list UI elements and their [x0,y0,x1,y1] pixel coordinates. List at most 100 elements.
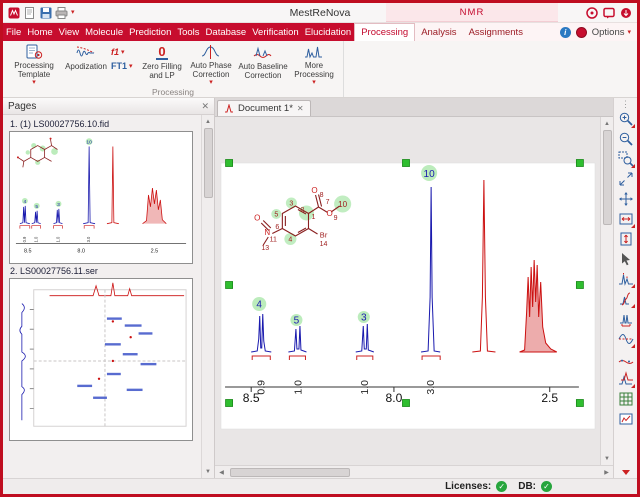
document-tab-icon [225,103,233,112]
page-item-label[interactable]: 1. (1) LS00027756.10.fid [10,119,199,129]
auto-baseline-icon [253,44,273,61]
svg-text:2.5: 2.5 [151,248,159,254]
scrollbar-thumb[interactable] [203,128,213,198]
chevron-down-icon: ▾ [121,48,125,56]
pages-scrollbar[interactable]: ▲ ▼ [201,115,214,478]
fit-width-icon[interactable] [616,209,636,229]
svg-text:3.0: 3.0 [86,236,91,242]
tab-home[interactable]: Home [24,23,55,41]
baseline-icon[interactable] [616,349,636,369]
multiplet-analysis-icon[interactable] [616,309,636,329]
canvas-horizontal-scrollbar[interactable]: ◀ ▶ [215,465,613,478]
page-thumbnail-1[interactable]: 4 5 3 10 0.9 1.0 1.0 3.0 8.5 8.0 2.5 [9,131,193,264]
spectrum-page[interactable] [220,162,596,430]
feedback-icon[interactable] [602,6,615,19]
scroll-right-icon[interactable]: ▶ [600,466,613,479]
new-document-icon[interactable] [23,6,36,19]
report-chart-icon[interactable] [616,409,636,429]
svg-text:2: 2 [300,207,304,214]
svg-text:5: 5 [35,204,38,210]
canvas-vertical-scrollbar[interactable]: ▲ ▼ [600,117,613,465]
toolbar-drag-handle-icon[interactable]: ⋮ [621,99,630,109]
scroll-up-icon[interactable]: ▲ [601,117,614,130]
tab-processing[interactable]: Processing [354,23,416,41]
fit-page-icon[interactable] [616,229,636,249]
auto-phase-correction-button[interactable]: Auto Phase Correction ▾ [185,43,237,86]
svg-text:1.0: 1.0 [34,236,39,242]
tab-tools[interactable]: Tools [174,23,202,41]
zoom-in-icon[interactable] [616,109,636,129]
stacked-spectra-icon[interactable] [616,369,636,389]
options-menu[interactable]: Options ▾ [592,27,631,38]
ft1-button[interactable]: FT1 ▾ [111,61,133,71]
pan-icon[interactable] [616,189,636,209]
scroll-up-icon[interactable]: ▲ [202,115,215,128]
svg-text:3: 3 [57,202,60,208]
more-processing-button[interactable]: More Processing ▾ [289,43,339,86]
tab-verification[interactable]: Verification [249,23,301,41]
svg-text:8.0: 8.0 [77,248,85,254]
thumb-molecule [16,137,58,168]
phase-icon[interactable] [616,329,636,349]
auto-baseline-correction-button[interactable]: Auto Baseline Correction [237,43,289,86]
tab-elucidation[interactable]: Elucidation [302,23,354,41]
zero-filling-button[interactable]: 0 Zero Filling and LP [139,43,185,86]
svg-text:3: 3 [289,201,293,208]
apodization-button[interactable]: Apodization [61,43,111,86]
titlebar-menu-chevron-icon[interactable]: ▾ [71,9,75,16]
svg-text:1: 1 [312,214,316,221]
tab-view[interactable]: View [56,23,82,41]
tab-molecule[interactable]: Molecule [82,23,126,41]
zoom-region-icon[interactable] [616,149,636,169]
auto-phase-icon [201,44,221,60]
scroll-left-icon[interactable]: ◀ [215,466,228,479]
status-bar: Licenses: ✓ DB: ✓ [3,478,637,494]
nmr-context-badge: NMR [386,3,558,22]
tab-database[interactable]: Database [203,23,250,41]
scrollbar-thumb[interactable] [602,130,612,225]
document-area: Document 1* ✕ 3 2 1 5 6 4 8 7 9 10 11 13… [215,98,613,478]
data-table-icon[interactable] [616,389,636,409]
licenses-ok-icon[interactable]: ✓ [496,481,508,492]
svg-text:O: O [311,186,317,195]
close-icon[interactable]: ✕ [297,104,304,113]
scrollbar-thumb[interactable] [230,467,350,477]
pages-panel: Pages ✕ 1. (1) LS00027756.10.fid 4 5 3 1… [3,98,215,478]
updates-icon[interactable] [619,6,632,19]
chevron-down-icon: ▾ [129,62,133,70]
close-icon[interactable]: ✕ [201,101,209,112]
document-tab-bar: Document 1* ✕ [215,98,613,117]
document-canvas[interactable]: 3 2 1 5 6 4 8 7 9 10 11 13 14 Br O O O N… [215,117,600,465]
processing-group: Processing Template ▾ Apodization f1 ▾ F… [3,41,344,97]
tab-assignments[interactable]: Assignments [463,23,529,41]
svg-text:8.5: 8.5 [24,248,32,254]
spectrum-canvas[interactable]: 3 2 1 5 6 4 8 7 9 10 11 13 14 Br O O O N… [215,117,600,465]
integration-icon[interactable] [616,289,636,309]
scroll-down-icon[interactable]: ▼ [601,452,614,465]
page-item-label[interactable]: 2. LS00027756.11.ser [10,266,199,276]
thumb-red-peaks [106,146,167,225]
document-tab[interactable]: Document 1* ✕ [217,100,311,116]
toolbar-scroll-down-icon[interactable] [621,470,630,475]
peak-picking-icon[interactable] [616,269,636,289]
license-status-icon[interactable] [575,26,587,38]
help-icon[interactable] [585,6,598,19]
processing-template-button[interactable]: Processing Template ▾ [7,43,61,86]
f1-dimension-button[interactable]: f1 ▾ [111,47,125,57]
pages-panel-header: Pages ✕ [3,98,214,115]
print-icon[interactable] [55,6,68,19]
tab-analysis[interactable]: Analysis [415,23,462,41]
tab-file[interactable]: File [3,23,24,41]
svg-text:5: 5 [274,212,278,219]
scroll-down-icon[interactable]: ▼ [202,465,215,478]
tab-prediction[interactable]: Prediction [126,23,174,41]
zoom-out-icon[interactable] [616,129,636,149]
save-icon[interactable] [39,6,52,19]
db-ok-icon[interactable]: ✓ [541,481,552,492]
svg-text:7: 7 [326,199,330,206]
expand-icon[interactable] [616,169,636,189]
cursor-icon[interactable] [616,249,636,269]
svg-text:O: O [254,214,260,223]
page-thumbnail-2[interactable] [9,278,193,441]
info-icon[interactable]: i [559,26,571,38]
